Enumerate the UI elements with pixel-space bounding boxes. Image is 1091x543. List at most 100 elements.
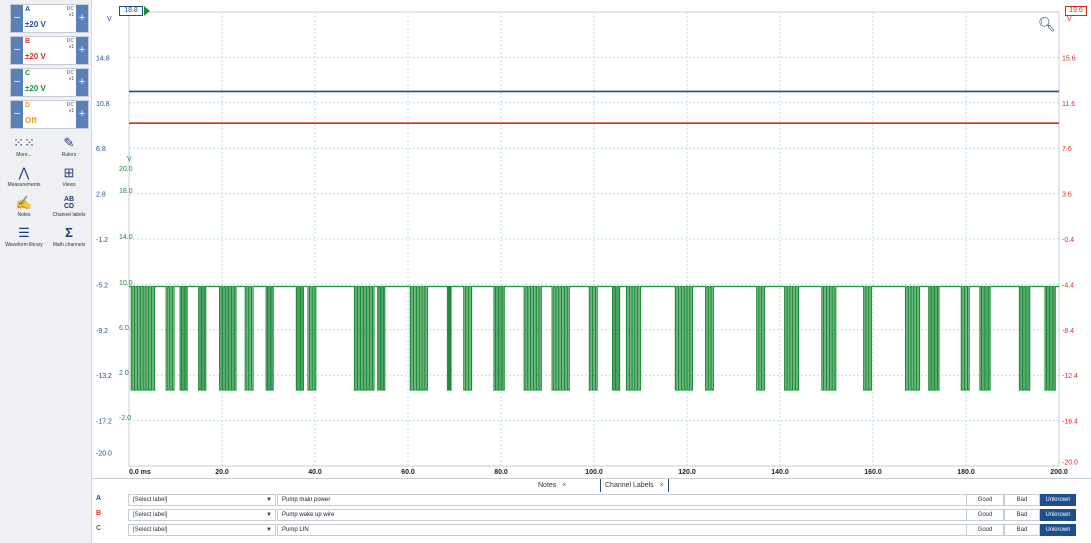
right-axis: 15.6 11.6 7.6 3.6 -0.4 -4.4 -8.4 -12.4 -16.4 -20.… bbox=[1062, 55, 1078, 466]
left-tick-label: 10.8 bbox=[96, 101, 110, 108]
right-tick-label: -4.4 bbox=[1062, 282, 1074, 289]
bad-button-c[interactable]: Bad bbox=[1004, 524, 1040, 536]
channel-a-letter: A bbox=[25, 6, 31, 13]
right-tick-label: -16.4 bbox=[1062, 419, 1078, 426]
channel-d-plus-button[interactable]: + bbox=[76, 101, 88, 128]
right-tick-label: -12.4 bbox=[1062, 373, 1078, 380]
channel-d-letter: D bbox=[25, 102, 31, 109]
notes-tool[interactable]: ✍ Notes bbox=[2, 195, 46, 219]
bad-button-b[interactable]: Bad bbox=[1004, 509, 1040, 521]
x-tick-label: 180.0 bbox=[957, 469, 975, 476]
good-button-b[interactable]: Good bbox=[966, 509, 1004, 521]
sigma-icon: Σ bbox=[65, 225, 73, 240]
channel-a-plus-button[interactable]: + bbox=[76, 5, 88, 32]
label-select-a[interactable]: [Select label] ▼ bbox=[128, 494, 276, 506]
plot-grid bbox=[128, 11, 1060, 467]
right-tick-label: 11.6 bbox=[1062, 101, 1075, 108]
unknown-button-c[interactable]: Unknown bbox=[1040, 524, 1076, 536]
channel-d-control[interactable]: − D DC x1 Off + bbox=[10, 100, 89, 129]
rulers-tool[interactable]: ✎ Rulers bbox=[47, 136, 91, 159]
views-grid-icon: ⊞ bbox=[63, 165, 75, 180]
x-tick-label: 80.0 bbox=[494, 469, 508, 476]
green-tick-label: 20.0 bbox=[119, 166, 133, 173]
x-axis: 0.0 ms 20.0 40.0 60.0 80.0 100.0 120.0 140.0 160… bbox=[129, 469, 1068, 476]
channel-c-range[interactable]: ±20 V bbox=[25, 84, 46, 93]
left-sidebar: − A DC x1 ±20 V + − B DC x1 ±20 V + − C DC… bbox=[0, 0, 92, 543]
green-tick-label: 2.0 bbox=[119, 370, 129, 377]
channel-b-letter: B bbox=[25, 38, 31, 45]
x-tick-label: 140.0 bbox=[771, 469, 789, 476]
channel-a-range[interactable]: ±20 V bbox=[25, 20, 46, 29]
channel-b-control[interactable]: − B DC x1 ±20 V + bbox=[10, 36, 89, 65]
channel-b-range[interactable]: ±20 V bbox=[25, 52, 46, 61]
right-axis-top-box[interactable]: 19.6 bbox=[1065, 6, 1087, 16]
left-axis-top-marker[interactable] bbox=[144, 6, 150, 16]
left-tick-label: -20.0 bbox=[96, 450, 112, 457]
unknown-button-a[interactable]: Unknown bbox=[1040, 494, 1076, 506]
channel-labels-tool[interactable]: AB CD Channel labels bbox=[47, 196, 91, 218]
trace-c bbox=[129, 285, 1059, 391]
more-tool[interactable]: ⁙⁙ More... bbox=[2, 136, 46, 159]
label-text-a[interactable]: Pump main power bbox=[277, 494, 1057, 506]
chevron-down-icon: ▼ bbox=[266, 527, 272, 533]
label-row-b: B [Select label] ▼ Pump wake up wire Good… bbox=[92, 509, 1091, 521]
left-tick-label: 6.8 bbox=[96, 146, 106, 153]
channel-a-minus-button[interactable]: − bbox=[11, 5, 23, 32]
plot-canvas[interactable]: 14.8 10.8 6.8 2.8 -1.2 -5.2 -9.2 -13.2 -17.2 -20.… bbox=[92, 0, 1091, 478]
app-window: − A DC x1 ±20 V + − B DC x1 ±20 V + − C DC… bbox=[0, 0, 1091, 543]
channel-b-plus-button[interactable]: + bbox=[76, 37, 88, 64]
channel-a-control[interactable]: − A DC x1 ±20 V + bbox=[10, 4, 89, 33]
channel-d-range[interactable]: Off bbox=[25, 116, 37, 125]
left-axis-unit: V bbox=[107, 16, 112, 23]
tab-channel-labels[interactable]: Channel Labels × bbox=[600, 479, 669, 492]
label-row-c: C [Select label] ▼ Pump LIN Good Bad Unkn… bbox=[92, 524, 1091, 536]
green-axis-unit: V bbox=[127, 156, 132, 163]
left-axis: 14.8 10.8 6.8 2.8 -1.2 -5.2 -9.2 -13.2 -17.2 -20.… bbox=[96, 55, 112, 457]
channel-c-minus-button[interactable]: − bbox=[11, 69, 23, 96]
good-button-c[interactable]: Good bbox=[966, 524, 1004, 536]
waveform-library-tool[interactable]: ☰ Waveform library bbox=[2, 225, 46, 249]
channel-c-plus-button[interactable]: + bbox=[76, 69, 88, 96]
tab-notes-close-icon[interactable]: × bbox=[562, 482, 566, 489]
channel-d-coupling: DC x1 bbox=[66, 102, 74, 114]
x-tick-label: 120.0 bbox=[678, 469, 696, 476]
channel-d-minus-button[interactable]: − bbox=[11, 101, 23, 128]
bad-button-a[interactable]: Bad bbox=[1004, 494, 1040, 506]
x-tick-label: 100.0 bbox=[585, 469, 603, 476]
green-tick-label: 10.0 bbox=[119, 280, 133, 287]
channel-labels-icon: AB CD bbox=[63, 196, 75, 210]
left-tick-label: -5.2 bbox=[96, 282, 108, 289]
zoom-magnifier-icon[interactable]: 🔍︎ bbox=[1038, 16, 1056, 33]
measurements-tool[interactable]: ⋀ Measurements bbox=[2, 166, 46, 189]
channel-c-control[interactable]: − C DC x1 ±20 V + bbox=[10, 68, 89, 97]
x-tick-label: 0.0 ms bbox=[129, 469, 151, 476]
x-tick-label: 160.0 bbox=[864, 469, 882, 476]
green-axis: 20.0 18.0 14.0 10.0 6.0 2.0 -2.0 bbox=[119, 166, 133, 422]
left-axis-top-box[interactable]: 18.8 bbox=[119, 6, 143, 16]
right-tick-label: -8.4 bbox=[1062, 328, 1074, 335]
views-tool[interactable]: ⊞ Views bbox=[47, 165, 91, 189]
label-text-c[interactable]: Pump LIN bbox=[277, 524, 1057, 536]
left-tick-label: -1.2 bbox=[96, 237, 108, 244]
channel-a-coupling: DC x1 bbox=[66, 6, 74, 18]
waveform-library-icon: ☰ bbox=[18, 225, 30, 240]
tab-notes[interactable]: Notes × bbox=[538, 479, 566, 492]
math-channels-tool[interactable]: Σ Math channels bbox=[47, 225, 91, 249]
right-tick-label: 15.6 bbox=[1062, 55, 1076, 62]
x-tick-label: 40.0 bbox=[308, 469, 322, 476]
label-select-b[interactable]: [Select label] ▼ bbox=[128, 509, 276, 521]
green-tick-label: 14.0 bbox=[119, 234, 133, 241]
channel-c-coupling: DC x1 bbox=[66, 70, 74, 82]
waveform-plot[interactable]: 14.8 10.8 6.8 2.8 -1.2 -5.2 -9.2 -13.2 -17.2 -20.… bbox=[92, 0, 1091, 478]
label-text-b[interactable]: Pump wake up wire bbox=[277, 509, 1057, 521]
tab-channel-labels-close-icon[interactable]: × bbox=[660, 482, 664, 489]
x-tick-label: 60.0 bbox=[401, 469, 415, 476]
good-button-a[interactable]: Good bbox=[966, 494, 1004, 506]
channel-b-minus-button[interactable]: − bbox=[11, 37, 23, 64]
bottom-tab-bar: Notes × Channel Labels × bbox=[92, 478, 1091, 492]
green-tick-label: 18.0 bbox=[119, 188, 133, 195]
notes-icon: ✍ bbox=[15, 195, 33, 210]
label-select-c[interactable]: [Select label] ▼ bbox=[128, 524, 276, 536]
chevron-down-icon: ▼ bbox=[266, 497, 272, 503]
unknown-button-b[interactable]: Unknown bbox=[1040, 509, 1076, 521]
